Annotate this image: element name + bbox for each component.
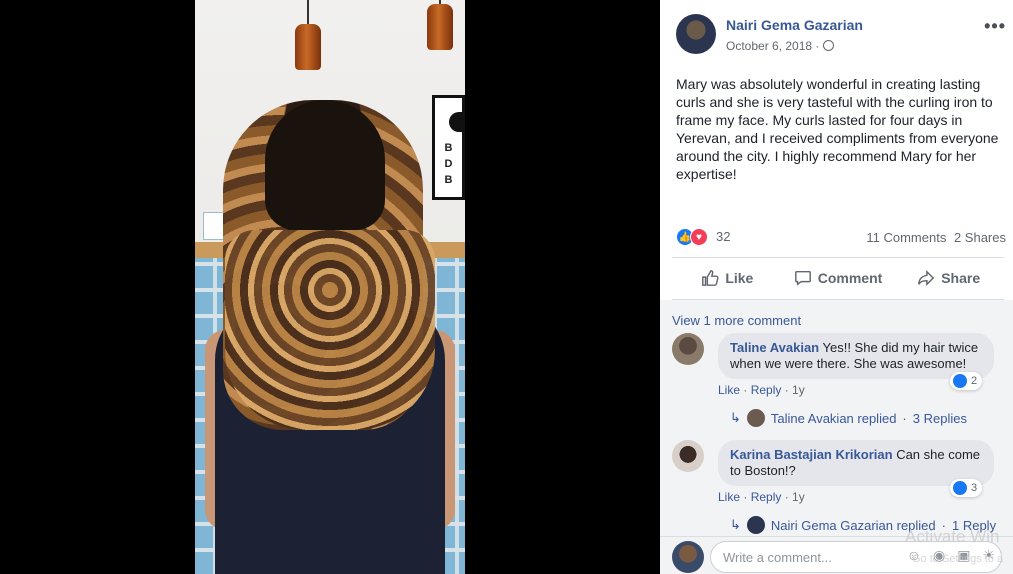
head — [265, 100, 385, 230]
globe-icon — [823, 40, 835, 51]
post-header: Nairi Gema Gazarian October 6, 2018 · ••… — [676, 12, 1006, 56]
reply-arrow-icon: ↳ — [730, 517, 741, 532]
comment-time[interactable]: 1y — [792, 383, 805, 397]
comment-meta: Like · Reply · 1y — [718, 490, 805, 504]
comments-section: View 1 more comment Taline Avakian Yes!!… — [660, 300, 1013, 536]
replies-summary[interactable]: ↳ Taline Avakian replied · 3 Replies — [730, 409, 967, 427]
shares-count[interactable]: 2 Shares — [954, 230, 1006, 245]
comment-like-link[interactable]: Like — [718, 490, 740, 504]
author-name[interactable]: Nairi Gema Gazarian — [726, 17, 863, 33]
comment-reply-link[interactable]: Reply — [751, 383, 782, 397]
comment-meta: Like · Reply · 1y — [718, 383, 805, 397]
commenter-avatar[interactable] — [672, 333, 704, 365]
reaction-count[interactable]: 32 — [716, 229, 730, 244]
replies-summary-count: 3 Replies — [912, 410, 967, 426]
comment-bubble: Karina Bastajian Krikorian Can she come … — [718, 440, 994, 486]
card-stand — [203, 212, 225, 240]
replier-avatar — [746, 409, 765, 427]
comment-reaction-count: 3 — [971, 482, 978, 494]
reply-arrow-icon: ↳ — [730, 410, 741, 425]
activation-watermark: Activate Win — [905, 527, 1000, 546]
wall-poster: B D B — [432, 95, 465, 200]
post-photo[interactable]: B D B — [195, 0, 465, 574]
like-icon — [953, 374, 967, 388]
comment-reaction-count: 2 — [971, 375, 978, 387]
commenter-name[interactable]: Taline Avakian — [730, 340, 819, 355]
curls — [225, 230, 435, 430]
share-label: Share — [941, 270, 981, 286]
more-options-button[interactable]: ••• — [984, 16, 1006, 37]
commenter-avatar[interactable] — [672, 440, 704, 472]
post-date[interactable]: October 6, 2018 · — [726, 39, 835, 53]
replier-avatar — [746, 516, 765, 534]
share-icon — [918, 269, 935, 287]
love-icon: ♥ — [690, 228, 708, 246]
photo-viewer[interactable]: B D B — [0, 0, 660, 574]
comment-button[interactable]: Comment — [783, 258, 894, 298]
activation-watermark-subtext: Go to Settings to a — [912, 553, 1004, 565]
post-panel: Nairi Gema Gazarian October 6, 2018 · ••… — [660, 0, 1013, 574]
view-more-comments-link[interactable]: View 1 more comment — [672, 313, 801, 328]
post-text: Mary was absolutely wonderful in creatin… — [676, 76, 999, 182]
commenter-name[interactable]: Karina Bastajian Krikorian — [730, 447, 893, 462]
engagement-counts: 11 Comments 2 Shares — [862, 230, 1006, 245]
comment-reply-link[interactable]: Reply — [751, 490, 782, 504]
comment-reactions[interactable]: 3 — [950, 479, 983, 497]
current-user-avatar — [672, 541, 704, 573]
like-label: Like — [725, 270, 754, 286]
reactions-bar[interactable]: 👍 ♥ 32 11 Comments 2 Shares — [676, 228, 1006, 246]
comments-count[interactable]: 11 Comments — [866, 230, 946, 245]
comment-like-link[interactable]: Like — [718, 383, 740, 397]
author-avatar[interactable] — [676, 14, 716, 54]
post-actions: Like Comment Share — [672, 258, 1004, 298]
like-button[interactable]: Like — [672, 258, 783, 298]
comment-bubble: Taline Avakian Yes!! She did my hair twi… — [718, 333, 994, 379]
comment-time[interactable]: 1y — [792, 490, 805, 504]
comment-reactions[interactable]: 2 — [950, 372, 983, 390]
like-icon — [702, 270, 719, 286]
comment-label: Comment — [817, 270, 883, 286]
comment-icon — [794, 270, 811, 286]
pendant-lamp — [427, 0, 453, 50]
pendant-lamp — [295, 0, 321, 70]
replies-summary-name: Taline Avakian replied — [770, 410, 897, 426]
like-icon — [953, 481, 967, 495]
share-button[interactable]: Share — [893, 258, 1004, 298]
post-date-text: October 6, 2018 · — [726, 39, 820, 53]
